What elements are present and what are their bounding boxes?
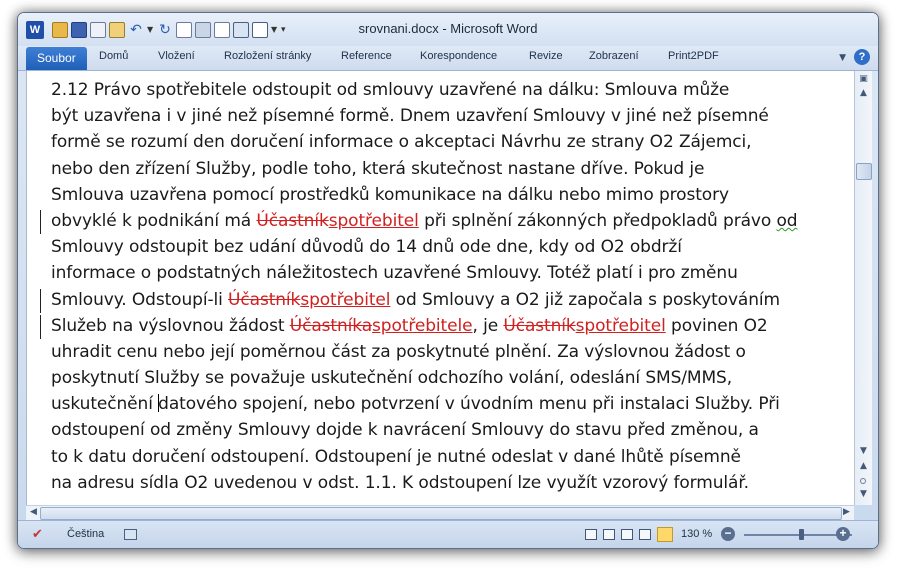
document-page[interactable]: 2.12 Právo spotřebitele odstoupit od sml… xyxy=(26,71,855,505)
text-run: Služeb na výslovnou žádost xyxy=(51,315,290,336)
text-run: obvyklé k podnikání má xyxy=(51,210,257,231)
document-line[interactable]: nebo den zřízení Služby, podle toho, kte… xyxy=(51,156,851,182)
tab-reference[interactable]: Reference xyxy=(341,50,392,62)
text-run: , je xyxy=(472,315,504,336)
horizontal-scroll-thumb[interactable] xyxy=(40,507,842,520)
vertical-scrollbar[interactable]: ▣ ▲ ▼ ▲ ▼ xyxy=(854,71,872,505)
document-line[interactable]: uskutečnění datového spojení, nebo potvr… xyxy=(51,391,851,417)
tab-revize[interactable]: Revize xyxy=(529,50,563,62)
window-title: srovnani.docx - Microsoft Word xyxy=(358,21,538,36)
document-line[interactable]: obvyklé k podnikání má Účastníkspotřebit… xyxy=(51,208,851,234)
text-run: 2.12 Právo spotřebitele odstoupit od sml… xyxy=(51,80,730,100)
print-layout-view-icon[interactable] xyxy=(585,529,597,540)
tab-zobrazeni[interactable]: Zobrazení xyxy=(589,50,639,62)
document-line[interactable]: Smlouvy odstoupit bez udání důvodů do 14… xyxy=(51,234,851,260)
inserted-text: spotřebitel xyxy=(575,315,666,336)
deleted-text: Účastník xyxy=(256,210,329,231)
document-line[interactable]: poskytnutí Služby se považuje uskutečněn… xyxy=(51,365,851,391)
zoom-level[interactable]: 130 % xyxy=(681,528,712,540)
change-bar xyxy=(40,288,41,313)
help-button[interactable]: ? xyxy=(854,49,870,65)
tab-rozlozeni-stranky[interactable]: Rozložení stránky xyxy=(224,50,311,62)
text-run: Smlouvy odstoupit bez udání důvodů do 14… xyxy=(51,237,682,258)
text-run: uhradit cenu nebo její poměrnou část za … xyxy=(51,341,746,362)
text-run: odstoupení od změny Smlouvy dojde k navr… xyxy=(51,420,759,441)
zoom-out-button[interactable]: − xyxy=(721,527,735,541)
text-run: při splnění zákonných předpokladů právo xyxy=(418,210,777,231)
tab-print2pdf[interactable]: Print2PDF xyxy=(668,50,719,62)
document-line[interactable]: být uzavřena i v jiné než písemné formě.… xyxy=(51,103,851,129)
zoom-slider-knob[interactable] xyxy=(799,529,804,540)
text-run: to k datu doručení odstoupení. Odstoupen… xyxy=(51,446,741,467)
text-run: nebo den zřízení Služby, podle toho, kte… xyxy=(51,158,705,179)
tab-vlozeni[interactable]: Vložení xyxy=(158,50,195,62)
deleted-text: Účastník xyxy=(503,315,576,336)
text-run: na adresu sídla O2 uvedenou v odst. 1.1.… xyxy=(51,472,749,493)
document-line[interactable]: 2.12 Právo spotřebitele odstoupit od sml… xyxy=(51,77,851,103)
document-line[interactable]: odstoupení od změny Smlouvy dojde k navr… xyxy=(51,417,851,443)
document-line[interactable]: uhradit cenu nebo její poměrnou část za … xyxy=(51,339,851,365)
text-run: informace o podstatných náležitostech uz… xyxy=(51,263,738,284)
text-run: formě se rozumí den doručení informace o… xyxy=(51,132,752,153)
document-line[interactable]: informace o podstatných náležitostech uz… xyxy=(51,260,851,286)
document-line[interactable]: Smlouva uzavřena pomocí prostředků komun… xyxy=(51,182,851,208)
outline-view-icon[interactable] xyxy=(639,529,651,540)
zoom-in-button[interactable]: + xyxy=(836,527,850,541)
title-bar: W ↶ ▼ ↻ ▼ ▾ srovnani.docx - Microsoft Wo… xyxy=(18,13,878,46)
ribbon-tabs: Soubor Domů Vložení Rozložení stránky Re… xyxy=(18,46,878,71)
scroll-right-icon[interactable]: ▶ xyxy=(840,506,853,519)
scroll-down-icon[interactable]: ▼ xyxy=(857,445,870,458)
tab-korespondence[interactable]: Korespondence xyxy=(420,50,497,62)
change-bar xyxy=(40,314,41,339)
deleted-text: Účastník xyxy=(228,289,301,310)
language-indicator[interactable]: Čeština xyxy=(67,528,104,540)
inserted-text: spotřebitel xyxy=(328,210,419,231)
close-button[interactable] xyxy=(846,13,872,31)
tab-soubor[interactable]: Soubor xyxy=(26,47,87,70)
text-run: Smlouvy. Odstoupí-li xyxy=(51,289,229,310)
scroll-up-icon[interactable]: ▲ xyxy=(857,87,870,100)
maximize-button[interactable] xyxy=(820,13,846,31)
window-controls xyxy=(794,13,872,31)
browse-object-icon[interactable] xyxy=(860,478,866,484)
macro-recording-icon[interactable] xyxy=(124,529,137,540)
previous-page-icon[interactable]: ▲ xyxy=(857,460,870,473)
change-bar xyxy=(40,210,41,235)
web-layout-view-icon[interactable] xyxy=(621,529,633,540)
document-line[interactable]: formě se rozumí den doručení informace o… xyxy=(51,129,851,155)
word-window: W ↶ ▼ ↻ ▼ ▾ srovnani.docx - Microsoft Wo… xyxy=(17,12,879,549)
inserted-text: spotřebitele xyxy=(372,315,473,336)
ruler-toggle-icon[interactable]: ▣ xyxy=(857,73,870,86)
status-bar: ✔ Čeština 130 % − + xyxy=(18,520,878,548)
expand-ribbon-icon[interactable]: ▼ xyxy=(839,53,846,63)
document-line[interactable]: Služeb na výslovnou žádost Účastníkaspot… xyxy=(51,313,851,339)
minimize-button[interactable] xyxy=(794,13,820,31)
text-run: poskytnutí Služby se považuje uskutečněn… xyxy=(51,368,733,389)
tab-domu[interactable]: Domů xyxy=(99,50,128,62)
scrollbar-thumb[interactable] xyxy=(856,163,872,180)
text-run: datového spojení, nebo potvrzení v úvodn… xyxy=(158,394,780,415)
draft-view-icon[interactable] xyxy=(657,527,673,542)
text-run: uskutečnění xyxy=(51,394,159,415)
deleted-text: Účastníka xyxy=(289,315,373,336)
scroll-left-icon[interactable]: ◀ xyxy=(27,506,40,519)
document-line[interactable]: Smlouvy. Odstoupí-li Účastníkspotřebitel… xyxy=(51,287,851,313)
grammar-flagged-text: od xyxy=(776,210,798,231)
full-screen-reading-view-icon[interactable] xyxy=(603,529,615,540)
inserted-text: spotřebitel xyxy=(300,289,391,310)
next-page-icon[interactable]: ▼ xyxy=(857,488,870,501)
text-run: Smlouva uzavřena pomocí prostředků komun… xyxy=(51,184,729,205)
horizontal-scrollbar[interactable]: ◀ ▶ xyxy=(26,505,854,520)
document-body[interactable]: 2.12 Právo spotřebitele odstoupit od sml… xyxy=(51,77,851,496)
proofing-status-icon[interactable]: ✔ xyxy=(32,526,43,542)
document-line[interactable]: na adresu sídla O2 uvedenou v odst. 1.1.… xyxy=(51,470,851,496)
text-run: být uzavřena i v jiné než písemné formě.… xyxy=(51,106,769,127)
document-line[interactable]: to k datu doručení odstoupení. Odstoupen… xyxy=(51,444,851,470)
text-run: od Smlouvy a O2 již započala s poskytová… xyxy=(390,289,780,310)
text-run: povinen O2 xyxy=(665,315,768,336)
